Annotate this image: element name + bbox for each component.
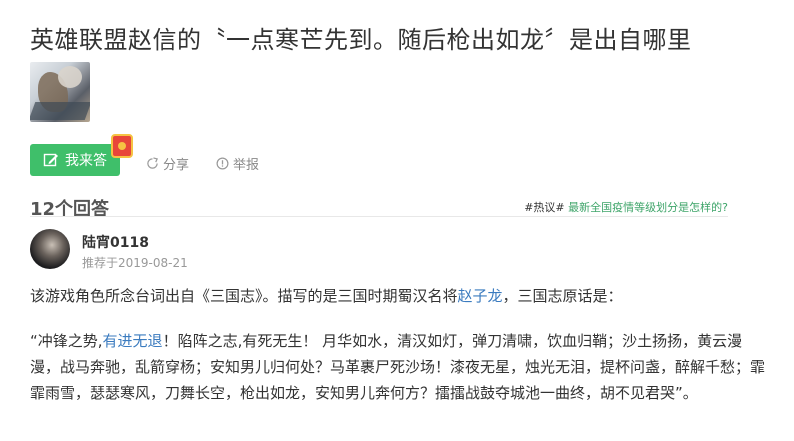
answer-paragraph-1: 该游戏角色所念台词出自《三国志》。描写的是三国时期蜀汉名将赵子龙，三国志原话是： <box>30 285 623 306</box>
answer-count: 12个回答 <box>30 199 110 220</box>
report-icon <box>216 157 229 170</box>
share-button[interactable]: 分享 <box>146 154 189 173</box>
image-highlight <box>58 66 82 88</box>
recommend-date: 推荐于2019-08-21 <box>82 256 188 270</box>
answer-paragraph-2: “冲锋之势,有进无退！陷阵之志,有死无生！ 月华如水，清汉如灯，弹刀清啸，饮血归… <box>30 328 765 406</box>
username[interactable]: 陆宵0118 <box>82 232 149 252</box>
share-label: 分享 <box>163 158 190 173</box>
red-packet-icon[interactable] <box>111 134 133 158</box>
zhao-zilong-link[interactable]: 赵子龙 <box>458 287 503 305</box>
report-button[interactable]: 举报 <box>216 154 259 173</box>
you-jin-wu-tui-link[interactable]: 有进无退 <box>103 332 163 350</box>
report-label: 举报 <box>233 158 260 173</box>
hot-topic-link[interactable]: 最新全国疫情等级划分是怎样的? <box>568 201 728 214</box>
hot-tag: #热议# <box>524 201 565 214</box>
edit-icon <box>43 153 58 167</box>
answer-button-label: 我来答 <box>65 153 107 169</box>
question-title: 英雄联盟赵信的〝一点寒芒先到。随后枪出如龙〞是出自哪里 <box>30 26 692 54</box>
hot-topic[interactable]: #热议# 最新全国疫情等级划分是怎样的? <box>524 199 728 215</box>
section-divider <box>30 216 728 217</box>
question-image[interactable] <box>30 62 90 122</box>
image-ground <box>30 102 90 120</box>
avatar[interactable] <box>30 229 70 269</box>
para1-text-b: ，三国志原话是： <box>502 287 623 305</box>
para1-text-a: 该游戏角色所念台词出自《三国志》。描写的是三国时期蜀汉名将 <box>30 287 458 305</box>
para2-text-a: “冲锋之势, <box>30 332 103 350</box>
share-icon <box>147 157 158 169</box>
answer-button[interactable]: 我来答 <box>30 144 120 176</box>
